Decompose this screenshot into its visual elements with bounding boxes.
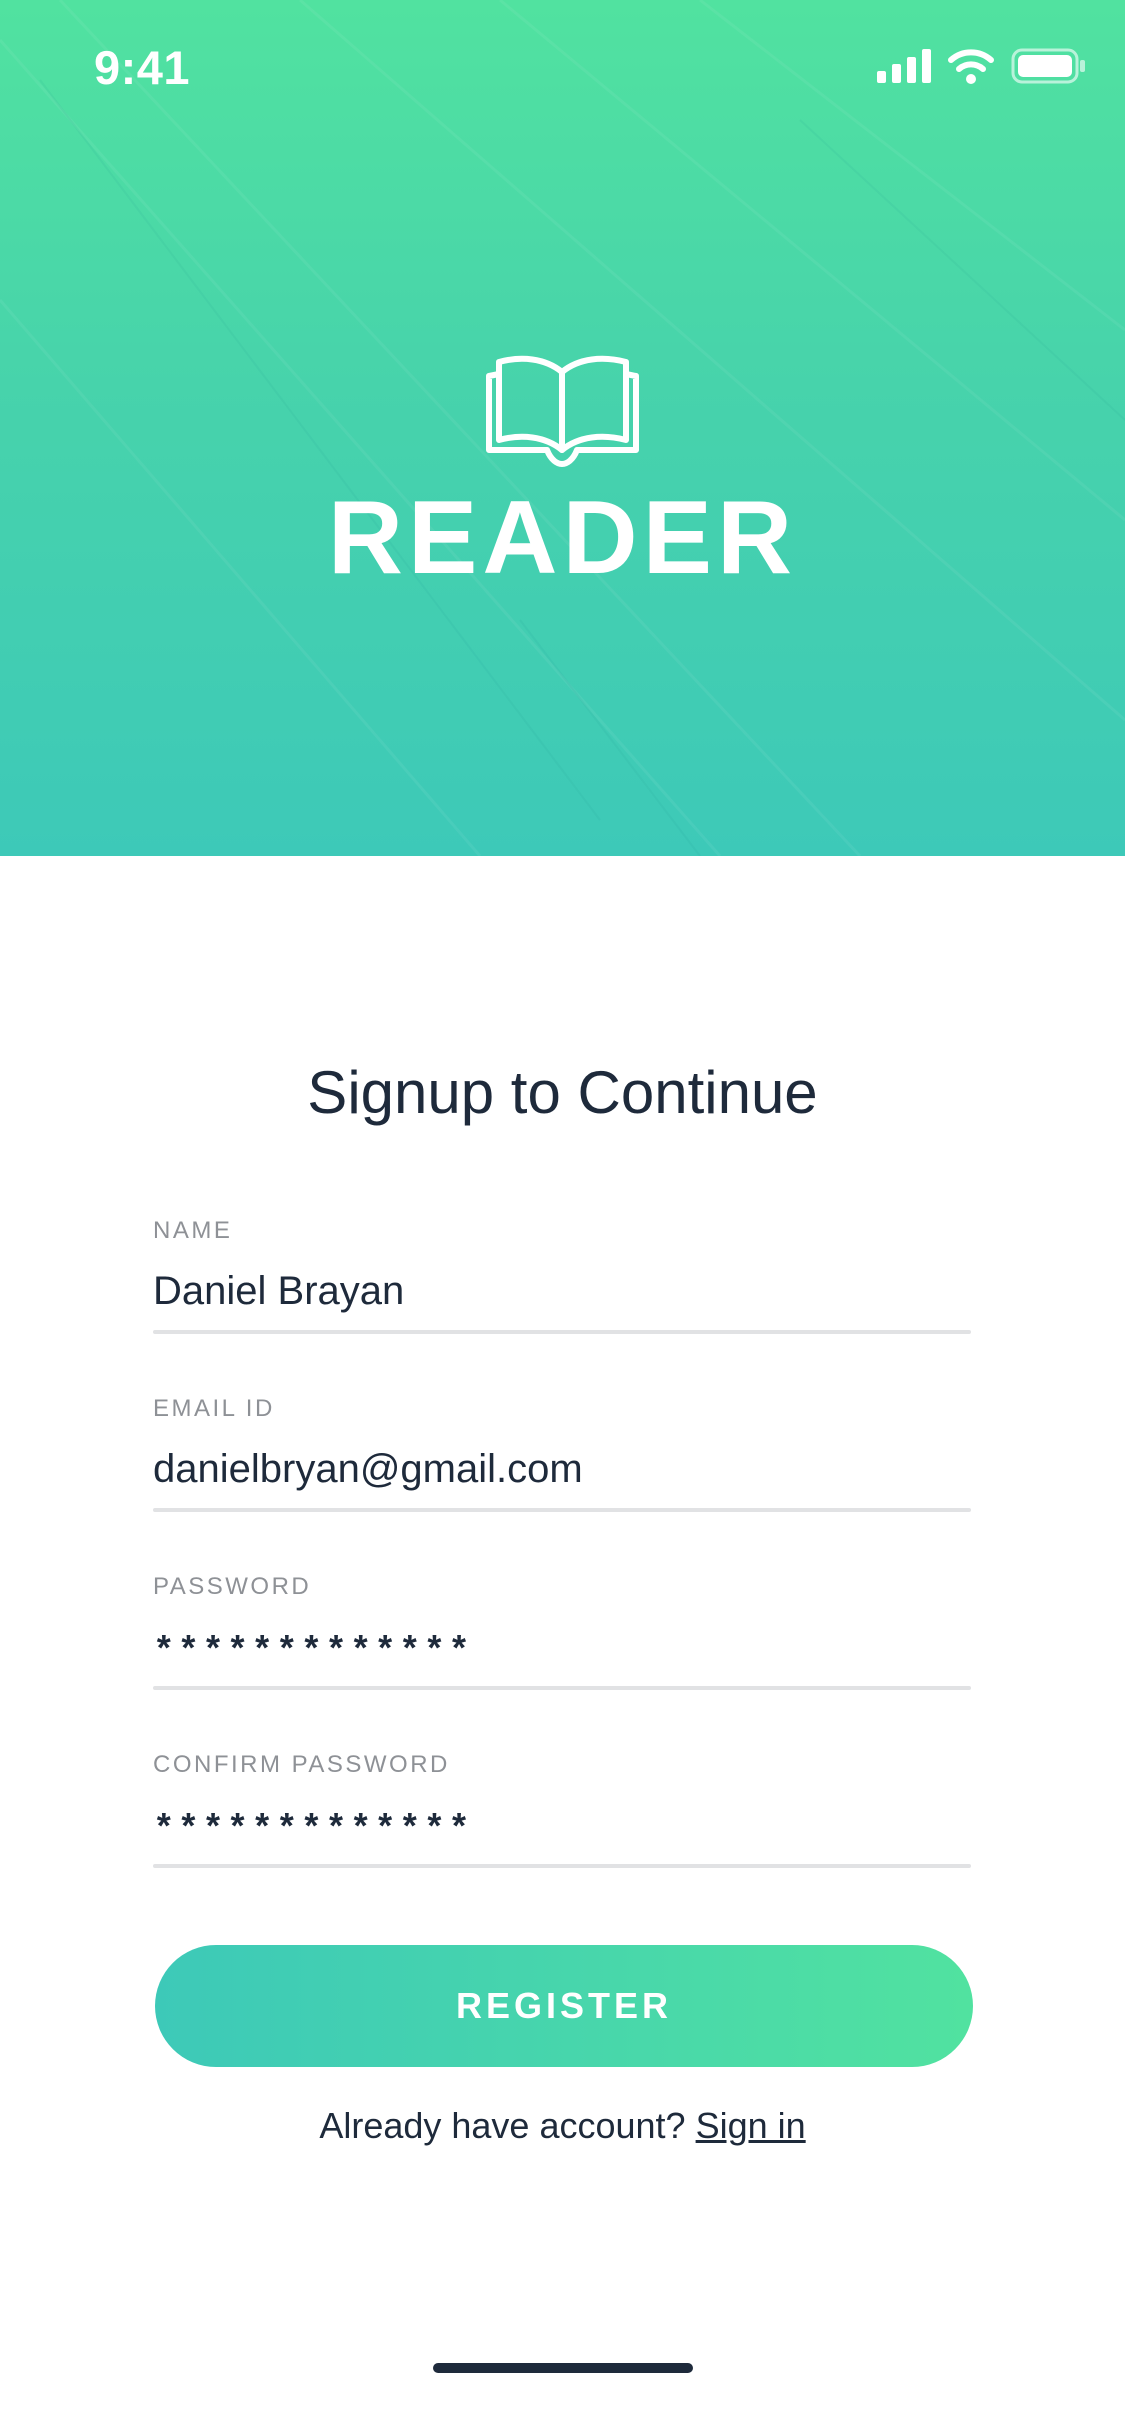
password-field-underline (153, 1686, 971, 1690)
battery-icon (1011, 48, 1085, 84)
form-title: Signup to Continue (307, 1059, 818, 1126)
status-icons (877, 48, 1087, 84)
hero-header: 9:41 READER (0, 0, 1125, 856)
email-field-underline (153, 1508, 971, 1512)
confirm-password-field-label: CONFIRM PASSWORD (153, 1751, 450, 1778)
name-field-underline (153, 1330, 971, 1334)
name-input[interactable]: Daniel Brayan (153, 1269, 404, 1314)
confirm-password-input[interactable]: ************* (153, 1809, 473, 1850)
home-indicator[interactable] (433, 2363, 693, 2373)
signin-link[interactable]: Sign in (696, 2105, 806, 2146)
password-field-label: PASSWORD (153, 1573, 312, 1600)
open-book-icon (486, 355, 639, 467)
email-field-label: EMAIL ID (153, 1395, 275, 1422)
cellular-signal-icon (877, 49, 931, 83)
wifi-icon (948, 49, 994, 84)
signin-prompt-text: Already have account? (319, 2105, 686, 2146)
password-input[interactable]: ************* (153, 1631, 473, 1672)
signin-prompt-row: Already have account? Sign in (0, 2105, 1125, 2147)
name-field-label: NAME (153, 1217, 233, 1244)
status-time: 9:41 (94, 41, 191, 94)
brand-name: READER (327, 480, 798, 596)
email-input[interactable]: danielbryan@gmail.com (153, 1447, 583, 1492)
confirm-password-field-underline (153, 1864, 971, 1868)
register-button[interactable]: REGISTER (155, 1945, 973, 2067)
